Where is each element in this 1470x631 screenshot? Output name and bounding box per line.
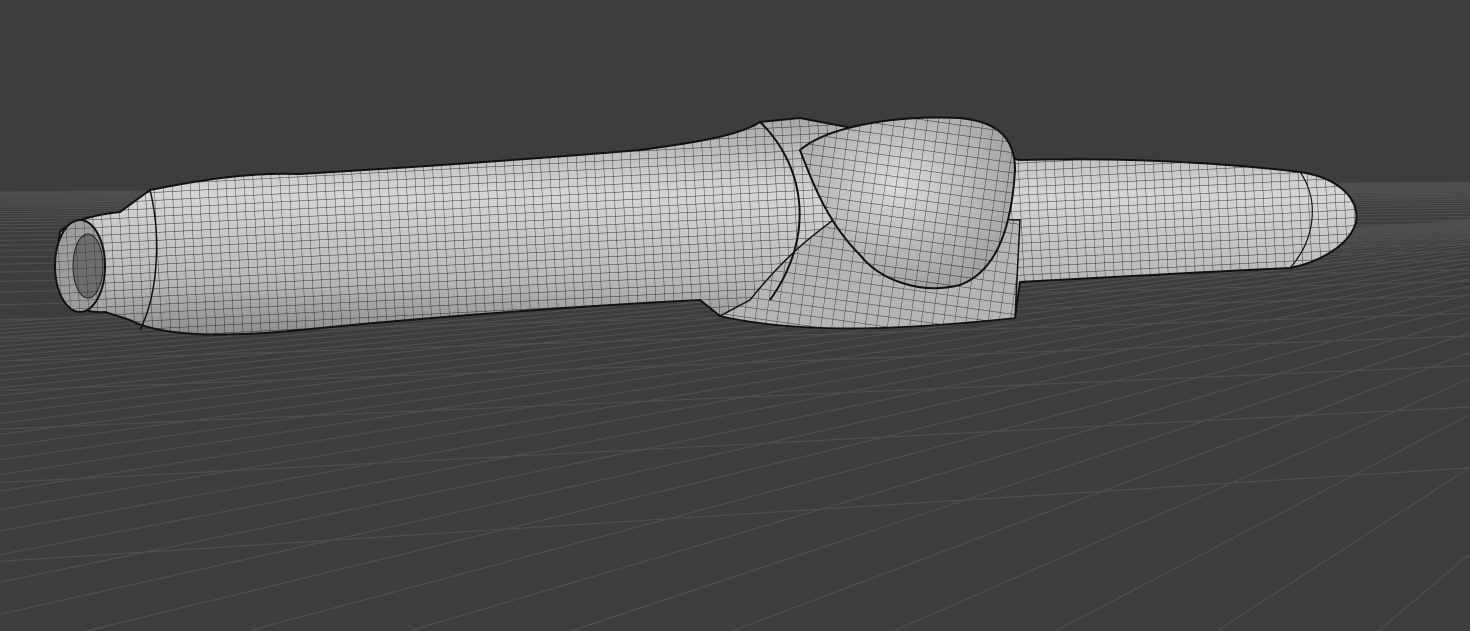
mesh-wireframe: [55, 118, 1357, 335]
grid-line: [409, 316, 1470, 631]
grid-line: [1216, 467, 1470, 631]
grid-line: [0, 406, 1470, 484]
grid-line: [0, 467, 1470, 562]
grid-line: [570, 332, 1470, 631]
grid-line: [1054, 413, 1470, 631]
3d-viewport[interactable]: [0, 0, 1470, 631]
opening-wireframe: [55, 220, 105, 312]
grid-line: [1377, 552, 1470, 631]
mesh-object[interactable]: [53, 116, 1358, 336]
grid-line: [893, 377, 1470, 631]
grid-line: [732, 351, 1470, 631]
viewport-canvas[interactable]: [0, 0, 1470, 631]
grid-line: [247, 304, 1470, 631]
